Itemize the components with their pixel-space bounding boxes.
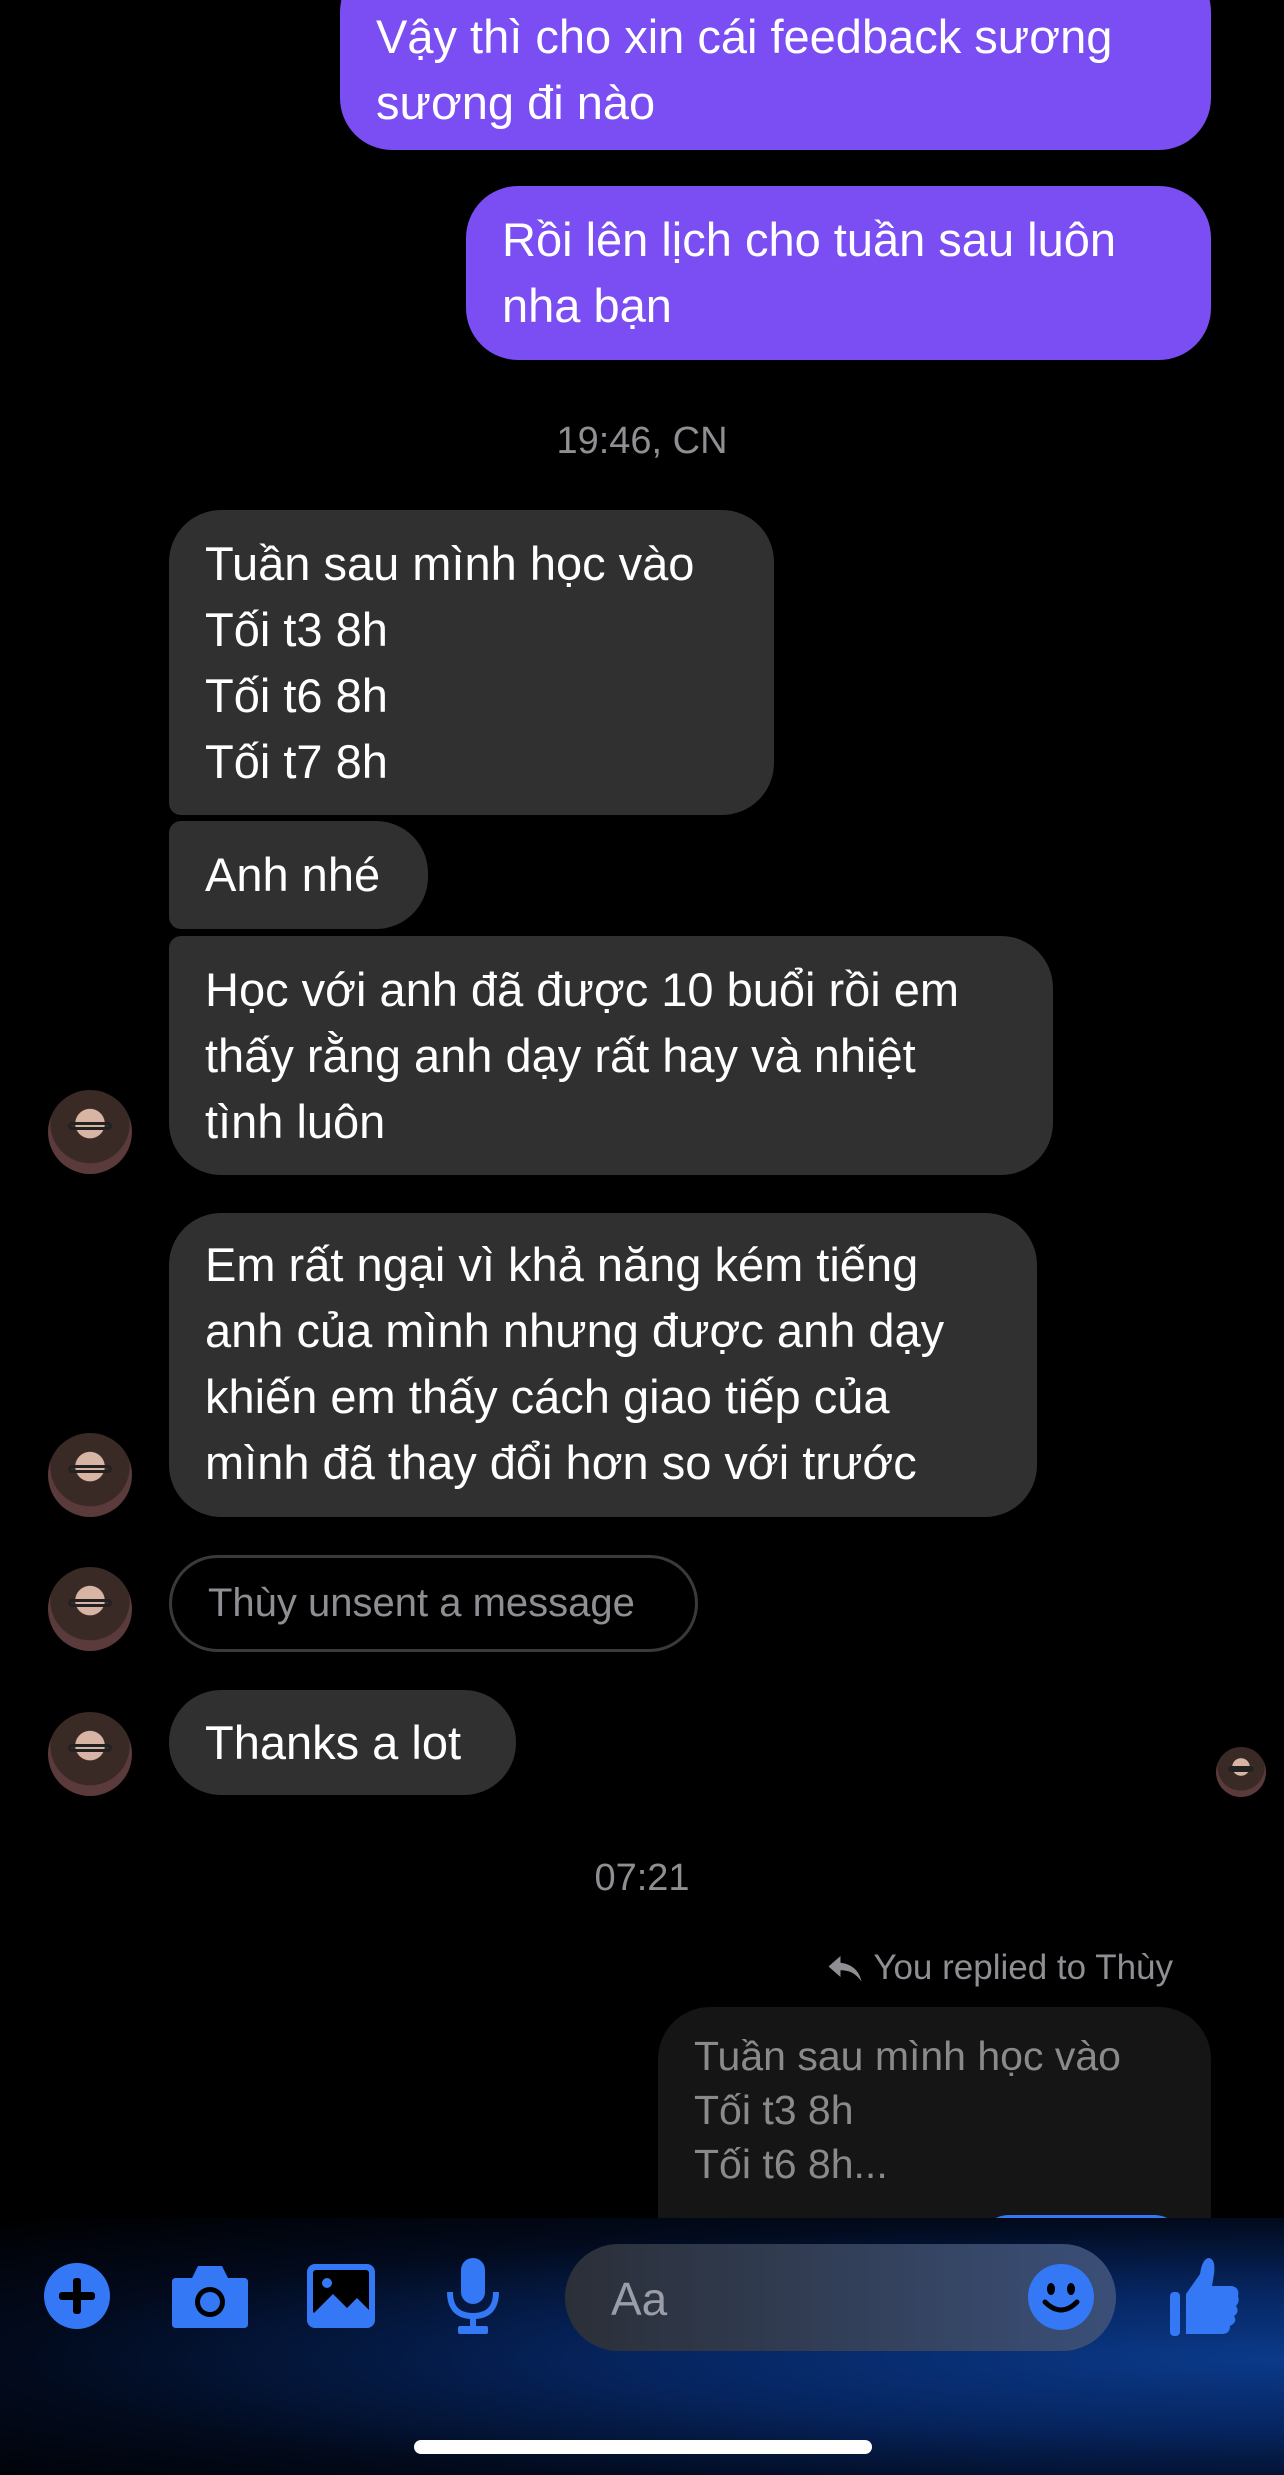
message-input-placeholder: Aa xyxy=(611,2273,668,2325)
avatar[interactable] xyxy=(48,1090,132,1174)
composer-bar: Aa xyxy=(0,2218,1284,2475)
home-indicator[interactable] xyxy=(414,2440,872,2454)
thumbs-up-icon[interactable] xyxy=(1170,2256,1240,2336)
unsent-notice: Thùy unsent a message xyxy=(169,1555,698,1652)
received-message[interactable]: Tuần sau mình học vào Tối t3 8h Tối t6 8… xyxy=(169,510,774,815)
read-receipt-avatar xyxy=(1216,1747,1266,1797)
sent-message[interactable]: Vậy thì cho xin cái feedback sương sương… xyxy=(340,0,1211,150)
reply-indicator: You replied to Thùy xyxy=(827,1948,1173,1988)
timestamp: 19:46, CN xyxy=(556,420,728,462)
emoji-icon[interactable] xyxy=(1028,2264,1094,2330)
sent-message[interactable]: Rồi lên lịch cho tuần sau luôn nha bạn xyxy=(466,186,1211,360)
avatar[interactable] xyxy=(48,1433,132,1517)
received-message[interactable]: Em rất ngại vì khả năng kém tiếng anh củ… xyxy=(169,1213,1037,1517)
reply-label: You replied to Thùy xyxy=(873,1948,1173,1987)
avatar[interactable] xyxy=(48,1712,132,1796)
avatar[interactable] xyxy=(48,1567,132,1651)
received-message[interactable]: Học với anh đã được 10 buổi rồi em thấy … xyxy=(169,936,1053,1175)
image-icon[interactable] xyxy=(307,2264,375,2328)
microphone-icon[interactable] xyxy=(446,2258,500,2334)
received-message[interactable]: Anh nhé xyxy=(169,821,428,929)
reply-arrow-icon xyxy=(828,1956,862,1982)
received-message[interactable]: Thanks a lot xyxy=(169,1690,516,1795)
plus-icon[interactable] xyxy=(44,2263,110,2329)
camera-icon[interactable] xyxy=(172,2264,248,2328)
timestamp: 07:21 xyxy=(594,1857,690,1899)
message-input[interactable]: Aa xyxy=(565,2244,1116,2351)
